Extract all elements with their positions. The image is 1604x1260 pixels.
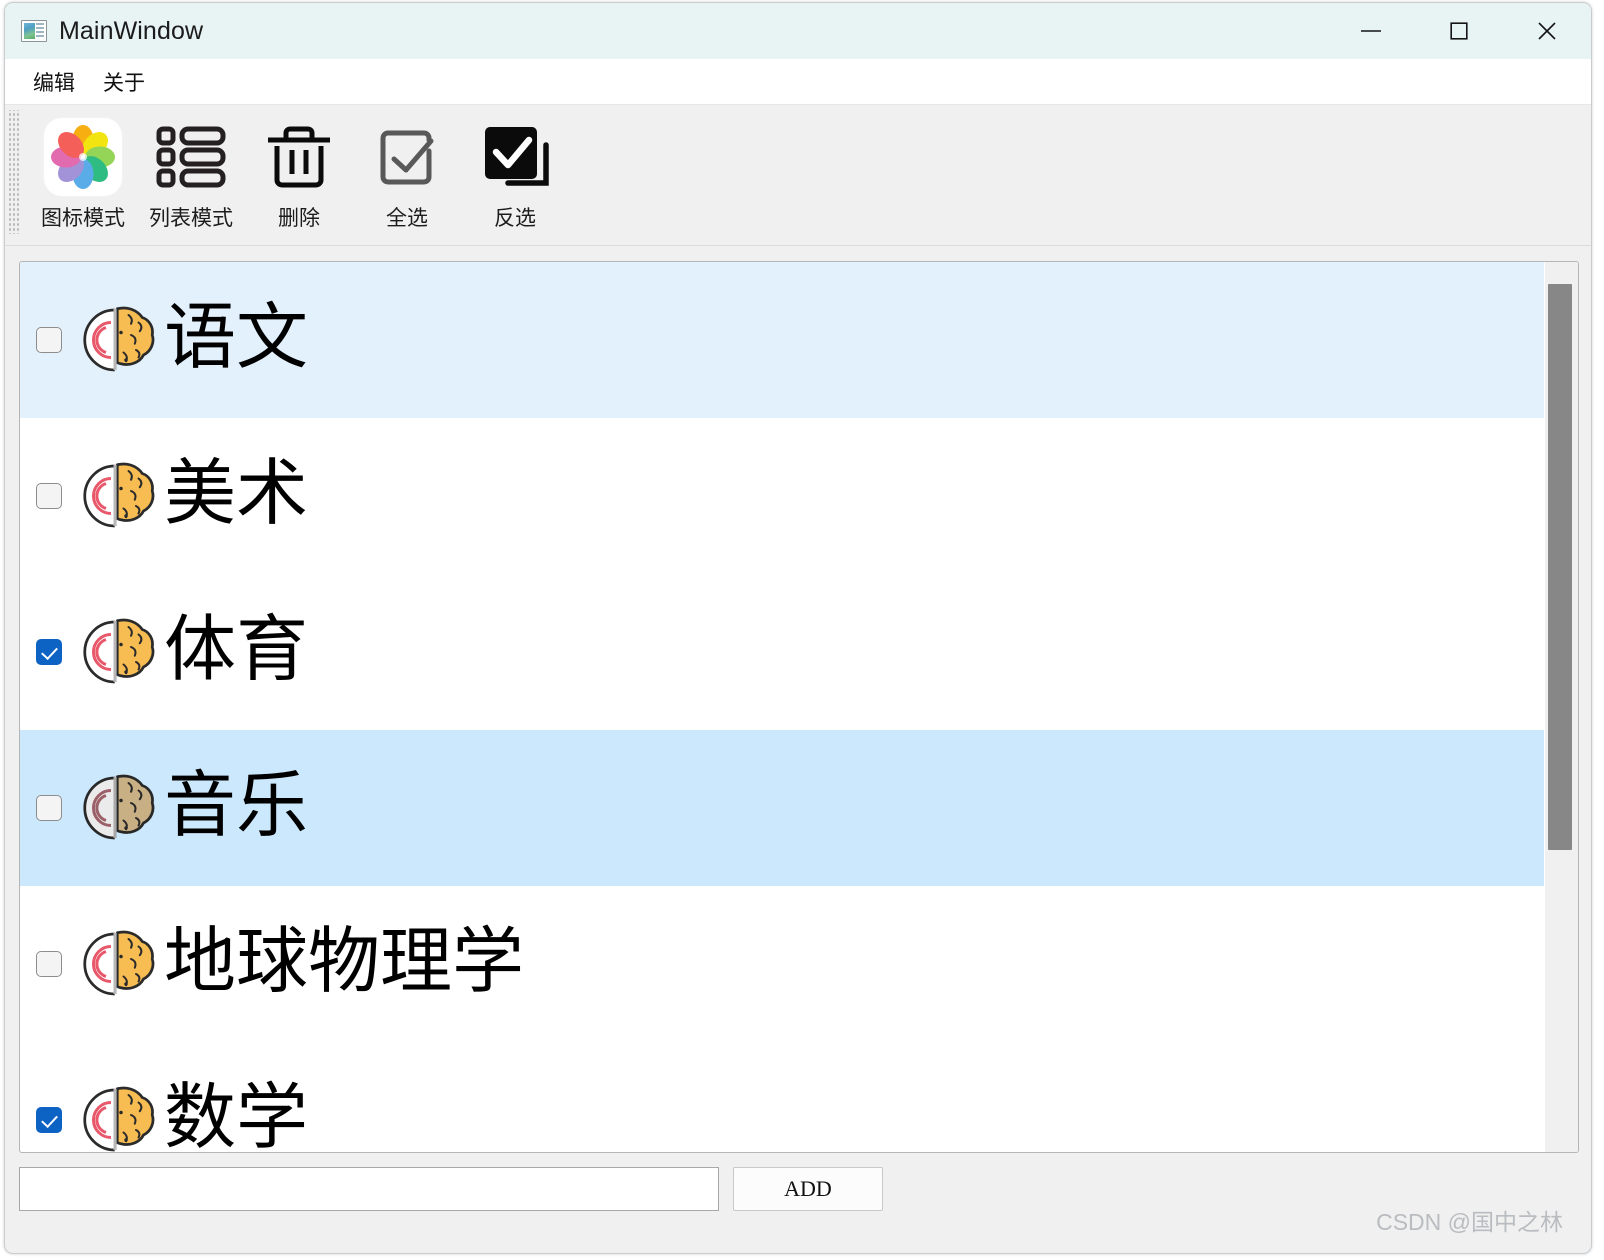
title-bar: MainWindow (5, 3, 1591, 59)
brain-gear-icon (83, 306, 155, 372)
minimize-button[interactable] (1327, 3, 1415, 59)
toolbar-select-all-label: 全选 (386, 206, 428, 230)
title-bar-left: MainWindow (5, 17, 1327, 46)
toolbar-invert-selection[interactable]: 反选 (461, 114, 569, 238)
toolbar-invert-selection-label: 反选 (494, 206, 536, 230)
list-item[interactable]: 音乐 (20, 730, 1544, 886)
list-item-label: 语文 (164, 295, 309, 379)
close-icon (1538, 22, 1556, 40)
toolbar-list-mode-label: 列表模式 (149, 206, 233, 230)
list-icon-wrap (152, 118, 230, 196)
trash-icon (268, 126, 330, 188)
invert-selection-icon-wrap (476, 118, 554, 196)
list-item-label: 地球物理学 (164, 919, 525, 1003)
brain-gear-icon (83, 462, 155, 528)
list-item-checkbox[interactable] (36, 639, 62, 665)
list-item[interactable]: 语文 (20, 262, 1544, 418)
window-controls (1327, 3, 1591, 59)
toolbar-icon-mode-label: 图标模式 (41, 206, 125, 230)
vertical-scrollbar[interactable] (1544, 262, 1578, 1152)
bottom-bar: ADD (19, 1167, 1579, 1223)
list-item[interactable]: 体育 (20, 574, 1544, 730)
toolbar-delete[interactable]: 删除 (245, 114, 353, 238)
list-item-checkbox[interactable] (36, 483, 62, 509)
list-item-label: 美术 (164, 451, 309, 535)
list-item-label: 体育 (164, 607, 309, 691)
add-name-input[interactable] (19, 1167, 719, 1211)
watermark: CSDN @国中之林 (1376, 1209, 1563, 1235)
list-item[interactable]: 美术 (20, 418, 1544, 574)
brain-gear-icon (83, 774, 155, 840)
toolbar-select-all[interactable]: 全选 (353, 114, 461, 238)
menu-about[interactable]: 关于 (89, 63, 159, 101)
brain-gear-icon (83, 1086, 155, 1152)
main-window: MainWindow 编辑 关于 图标模式 列表模式 删除 全选 反选 语文 美… (4, 2, 1592, 1254)
menu-edit[interactable]: 编辑 (19, 63, 89, 101)
maximize-icon (1450, 22, 1468, 40)
minimize-icon (1361, 30, 1381, 32)
photos-flower-icon (44, 118, 122, 196)
toolbar-delete-label: 删除 (278, 206, 320, 230)
brain-gear-icon (83, 930, 155, 996)
select-all-icon-wrap (368, 118, 446, 196)
toolbar-items: 图标模式 列表模式 删除 全选 反选 (19, 106, 569, 238)
add-button[interactable]: ADD (733, 1167, 883, 1211)
brain-gear-icon (83, 618, 155, 684)
window-app-icon (21, 20, 47, 42)
list-icon (156, 126, 226, 188)
menu-bar: 编辑 关于 (5, 59, 1591, 105)
toolbar: 图标模式 列表模式 删除 全选 反选 (5, 106, 1591, 246)
list-item-checkbox[interactable] (36, 1107, 62, 1133)
list-item-label: 数学 (164, 1075, 309, 1152)
toolbar-drag-handle[interactable] (9, 110, 19, 234)
list-item[interactable]: 数学 (20, 1042, 1544, 1152)
scrollbar-thumb[interactable] (1548, 284, 1572, 850)
window-title: MainWindow (59, 16, 204, 45)
toolbar-list-mode[interactable]: 列表模式 (137, 114, 245, 238)
subject-list-viewport: 语文 美术 体育 音乐 地球物理学 数学 (20, 262, 1544, 1152)
toolbar-icon-mode[interactable]: 图标模式 (29, 114, 137, 238)
checkbox-outline-check-icon (380, 130, 434, 185)
list-item-checkbox[interactable] (36, 327, 62, 353)
checkbox-filled-check-icon (485, 127, 549, 186)
list-item-label: 音乐 (164, 763, 309, 847)
trash-icon-wrap (260, 118, 338, 196)
list-item-checkbox[interactable] (36, 951, 62, 977)
maximize-button[interactable] (1415, 3, 1503, 59)
list-item[interactable]: 地球物理学 (20, 886, 1544, 1042)
close-button[interactable] (1503, 3, 1591, 59)
photos-flower-icon-wrap (44, 118, 122, 196)
list-item-checkbox[interactable] (36, 795, 62, 821)
subject-list: 语文 美术 体育 音乐 地球物理学 数学 (19, 261, 1579, 1153)
